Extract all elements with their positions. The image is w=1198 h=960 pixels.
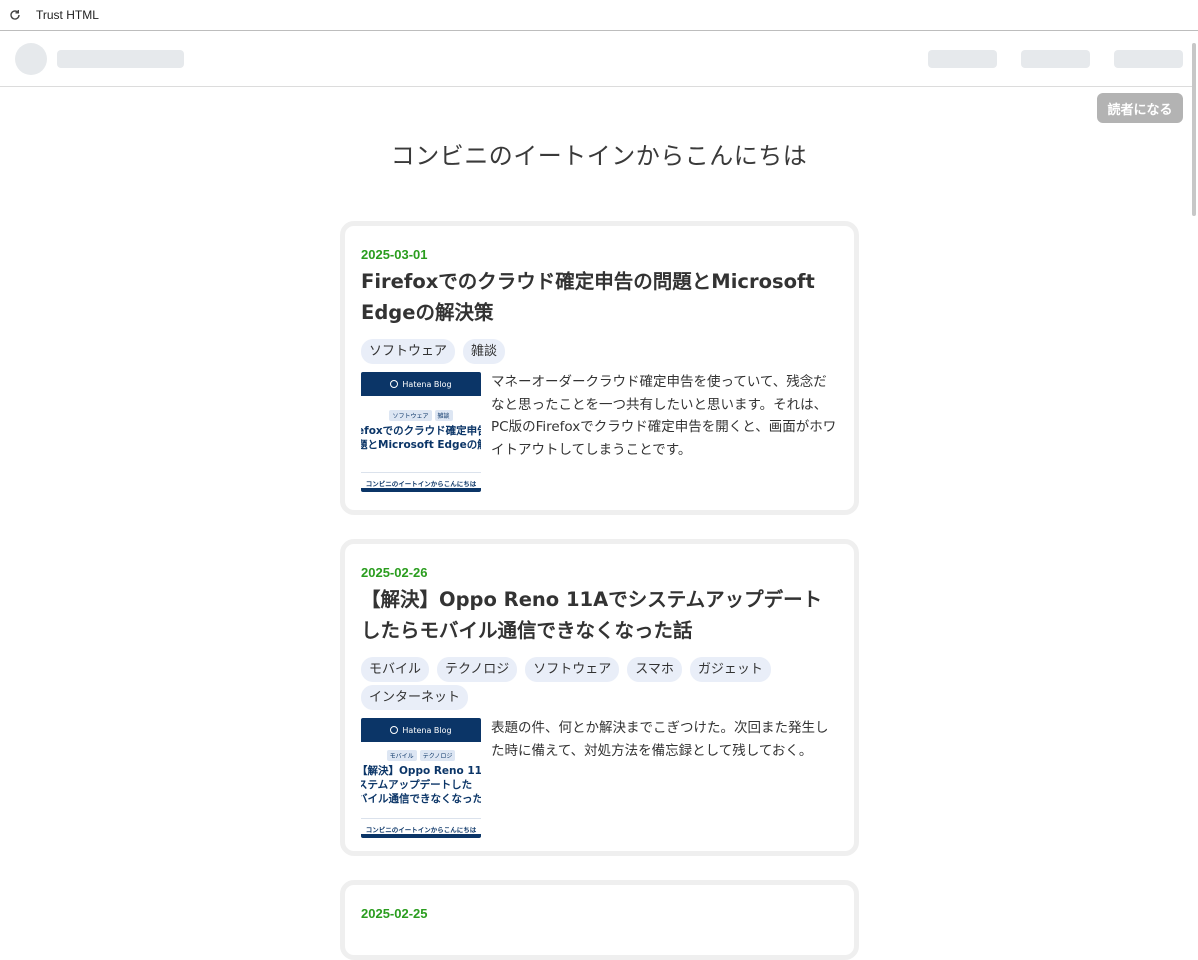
- thumb-footer: コンビニのイートインからこんにちは: [361, 472, 481, 488]
- tag-link[interactable]: ガジェット: [689, 657, 771, 682]
- article-date[interactable]: 2025-02-26: [361, 565, 838, 580]
- thumb-bottom-bar: [361, 834, 481, 838]
- nav-placeholder-3: [1114, 50, 1183, 68]
- thumb-tags: ソフトウェア 雑談: [361, 410, 481, 421]
- avatar-placeholder: [15, 43, 47, 75]
- site-header-skeleton: [0, 31, 1196, 87]
- article-tags: ソフトウェア 雑談: [361, 339, 838, 364]
- browser-toolbar: Trust HTML: [0, 0, 1198, 31]
- article-date[interactable]: 2025-02-25: [361, 906, 838, 921]
- thumb-title-line: 題とMicrosoft Edgeの解決: [361, 439, 481, 451]
- thumb-bottom-bar: [361, 488, 481, 492]
- reload-icon[interactable]: [0, 0, 30, 31]
- tag-link[interactable]: インターネット: [361, 685, 469, 710]
- tag-link[interactable]: モバイル: [361, 657, 430, 682]
- article-title[interactable]: Firefoxでのクラウド確定申告の問題とMicrosoft Edgeの解決策: [361, 266, 838, 328]
- article-tags: モバイル テクノロジ ソフトウェア スマホ ガジェット インターネット: [361, 657, 838, 710]
- browser-tab-title: Trust HTML: [36, 8, 99, 22]
- article-card: 2025-03-01 Firefoxでのクラウド確定申告の問題とMicrosof…: [340, 221, 859, 515]
- blog-title[interactable]: コンビニのイートインからこんにちは: [0, 136, 1198, 171]
- thumb-tags: モバイル テクノロジ: [361, 750, 481, 761]
- article-date[interactable]: 2025-03-01: [361, 247, 838, 262]
- article-thumbnail[interactable]: Hatena Blog ソフトウェア 雑談 efoxでのクラウド確定申告 題とM…: [361, 372, 481, 492]
- hatena-logo-icon: [390, 380, 399, 388]
- tag-link[interactable]: 雑談: [463, 339, 506, 364]
- article-excerpt: マネーオーダークラウド確定申告を使っていて、残念だなと思ったことを一つ共有したい…: [491, 374, 837, 458]
- scrollbar-thumb[interactable]: [1192, 43, 1196, 216]
- thumb-footer: コンビニのイートインからこんにちは: [361, 818, 481, 834]
- subscribe-button[interactable]: 読者になる: [1097, 93, 1183, 123]
- tag-link[interactable]: テクノロジ: [437, 657, 518, 682]
- article-thumbnail[interactable]: Hatena Blog モバイル テクノロジ 【解決】Oppo Reno 11A…: [361, 718, 481, 838]
- thumb-tag: ソフトウェア: [389, 410, 432, 421]
- article-body: Hatena Blog ソフトウェア 雑談 efoxでのクラウド確定申告 題とM…: [361, 372, 838, 492]
- thumb-brand-bar: Hatena Blog: [361, 718, 481, 742]
- thumb-tag: 雑談: [434, 410, 453, 421]
- tag-link[interactable]: ソフトウェア: [525, 657, 620, 682]
- tag-link[interactable]: スマホ: [627, 657, 682, 682]
- thumb-tag: テクノロジ: [419, 750, 456, 761]
- thumb-tag: モバイル: [386, 750, 417, 761]
- article-card: 2025-02-26 【解決】Oppo Reno 11Aでシステムアップデートし…: [340, 539, 859, 856]
- thumb-title-line: 【解決】Oppo Reno 11A: [361, 765, 481, 777]
- article-excerpt: 表題の件、何とか解決までこぎつけた。次回また発生した時に備えて、対処方法を備忘録…: [491, 720, 829, 759]
- thumb-title-line: バイル通信できなくなった: [361, 793, 481, 805]
- thumb-brand: Hatena Blog: [402, 379, 452, 389]
- article-title[interactable]: 【解決】Oppo Reno 11Aでシステムアップデートしたらモバイル通信できな…: [361, 584, 838, 646]
- nav-placeholder-1: [928, 50, 997, 68]
- thumb-title-line: ステムアップデートした: [361, 779, 473, 791]
- article-card: 2025-02-25: [340, 880, 859, 960]
- thumb-title-line: efoxでのクラウド確定申告: [361, 425, 481, 437]
- blog-name-placeholder: [57, 50, 184, 68]
- nav-placeholder-2: [1021, 50, 1090, 68]
- article-body: Hatena Blog モバイル テクノロジ 【解決】Oppo Reno 11A…: [361, 718, 838, 838]
- thumb-brand: Hatena Blog: [402, 725, 452, 735]
- thumb-brand-bar: Hatena Blog: [361, 372, 481, 396]
- tag-link[interactable]: ソフトウェア: [361, 339, 456, 364]
- hatena-logo-icon: [390, 726, 399, 734]
